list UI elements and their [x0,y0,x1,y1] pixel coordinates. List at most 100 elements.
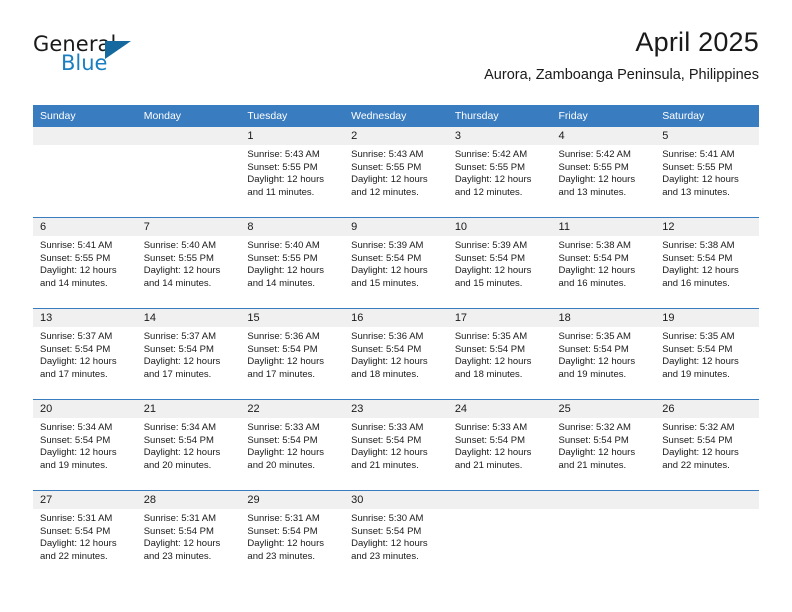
day-details: Sunrise: 5:42 AM Sunset: 5:55 PM Daylight:… [448,145,552,199]
calendar-day-cell[interactable]: 4 Sunrise: 5:42 AM Sunset: 5:55 PM Daylight… [551,127,656,218]
calendar-day-cell[interactable]: 5 Sunrise: 5:41 AM Sunset: 5:55 PM Daylight… [655,127,759,218]
calendar-day-cell[interactable]: 10 Sunrise: 5:39 AM Sunset: 5:54 PM Dayligh… [447,217,552,309]
day-detail-sunset: Sunset: 5:54 PM [40,525,111,537]
calendar-day-cell[interactable]: 2 Sunrise: 5:43 AM Sunset: 5:55 PM Daylight… [344,127,448,218]
weekday-header-sunday: Sunday [33,105,137,127]
day-number: 24 [447,400,552,418]
calendar-day-cell[interactable]: 14 Sunrise: 5:37 AM Sunset: 5:54 PM Dayligh… [136,308,241,400]
day-number: 12 [655,218,759,236]
day-detail-sunrise: Sunrise: 5:35 AM [454,331,528,342]
day-detail-sunset: Sunset: 5:54 PM [558,343,629,355]
day-detail-sunrise: Sunrise: 5:39 AM [351,240,424,251]
day-detail-daylight-2: and 13 minutes. [662,186,730,198]
day-detail-sunrise: Sunrise: 5:31 AM [40,513,113,524]
day-detail-daylight-2: and 19 minutes. [40,459,108,471]
calendar-day-cell[interactable]: 19 Sunrise: 5:35 AM Sunset: 5:54 PM Dayligh… [655,308,759,400]
day-number: 8 [240,218,345,236]
day-detail-sunset: Sunset: 5:55 PM [247,161,318,173]
calendar-day-cell[interactable]: 12 Sunrise: 5:38 AM Sunset: 5:54 PM Dayligh… [655,217,759,309]
day-details: Sunrise: 5:32 AM Sunset: 5:54 PM Daylight:… [655,418,759,472]
calendar-week-row: 27 Sunrise: 5:31 AM Sunset: 5:54 PM Dayligh… [33,490,759,581]
calendar-day-cell[interactable]: 25 Sunrise: 5:32 AM Sunset: 5:54 PM Dayligh… [551,399,656,491]
day-detail-daylight-1: Daylight: 12 hours [558,265,636,277]
calendar-day-cell-empty [447,490,552,581]
calendar-day-cell[interactable]: 11 Sunrise: 5:38 AM Sunset: 5:54 PM Dayligh… [551,217,656,309]
calendar-day-cell-empty [33,127,137,218]
calendar-day-cell[interactable]: 28 Sunrise: 5:31 AM Sunset: 5:54 PM Dayligh… [136,490,241,581]
day-detail-sunset: Sunset: 5:54 PM [40,343,111,355]
calendar-day-cell[interactable]: 24 Sunrise: 5:33 AM Sunset: 5:54 PM Dayligh… [447,399,552,491]
day-detail-daylight-2: and 14 minutes. [143,277,212,289]
logo-triangle-icon [105,41,131,59]
calendar-day-cell[interactable]: 6 Sunrise: 5:41 AM Sunset: 5:55 PM Daylight… [33,217,137,309]
day-detail-daylight-1: Daylight: 12 hours [247,174,324,186]
calendar-day-cell[interactable]: 8 Sunrise: 5:40 AM Sunset: 5:55 PM Daylight… [240,217,345,309]
weekday-header-monday: Monday [136,105,241,127]
day-detail-daylight-2: and 11 minutes. [247,186,315,198]
day-number: 9 [344,218,448,236]
day-detail-sunset: Sunset: 5:54 PM [247,343,318,355]
calendar-day-cell-empty [655,490,759,581]
calendar-day-cell[interactable]: 7 Sunrise: 5:40 AM Sunset: 5:55 PM Daylight… [136,217,241,309]
calendar-day-cell[interactable]: 21 Sunrise: 5:34 AM Sunset: 5:54 PM Dayligh… [136,399,241,491]
day-detail-daylight-2: and 17 minutes. [143,368,212,380]
day-detail-daylight-1: Daylight: 12 hours [247,265,324,277]
day-detail-daylight-1: Daylight: 12 hours [662,265,739,277]
day-detail-daylight-2: and 19 minutes. [662,368,730,380]
day-detail-daylight-2: and 21 minutes. [558,459,627,471]
calendar-day-cell[interactable]: 29 Sunrise: 5:31 AM Sunset: 5:54 PM Dayligh… [240,490,345,581]
day-detail-daylight-2: and 17 minutes. [247,368,316,380]
day-detail-sunrise: Sunrise: 5:36 AM [247,331,320,342]
day-detail-daylight-1: Daylight: 12 hours [351,265,428,277]
day-number: 29 [240,491,345,509]
day-details: Sunrise: 5:33 AM Sunset: 5:54 PM Daylight:… [344,418,448,472]
calendar-page: General Blue April 2025 Aurora, Zamboang… [0,0,792,612]
day-detail-daylight-1: Daylight: 12 hours [454,447,532,459]
logo-text-blue: Blue [61,51,108,75]
day-detail-sunset: Sunset: 5:54 PM [454,434,526,446]
day-detail-daylight-1: Daylight: 12 hours [558,447,636,459]
calendar-day-cell[interactable]: 30 Sunrise: 5:30 AM Sunset: 5:54 PM Dayligh… [344,490,448,581]
day-detail-daylight-1: Daylight: 12 hours [351,447,428,459]
calendar-day-cell[interactable]: 20 Sunrise: 5:34 AM Sunset: 5:54 PM Dayligh… [33,399,137,491]
day-detail-daylight-2: and 20 minutes. [143,459,212,471]
day-detail-sunrise: Sunrise: 5:31 AM [247,513,320,524]
day-details: Sunrise: 5:41 AM Sunset: 5:55 PM Daylight:… [655,145,759,199]
calendar-day-cell[interactable]: 15 Sunrise: 5:36 AM Sunset: 5:54 PM Dayligh… [240,308,345,400]
calendar-day-cell[interactable]: 1 Sunrise: 5:43 AM Sunset: 5:55 PM Daylight… [240,127,345,218]
day-detail-sunrise: Sunrise: 5:39 AM [454,240,528,251]
day-detail-sunrise: Sunrise: 5:41 AM [40,240,113,251]
day-detail-daylight-2: and 14 minutes. [247,277,316,289]
day-detail-daylight-2: and 20 minutes. [247,459,316,471]
day-details [33,145,137,149]
day-number: 28 [136,491,241,509]
day-detail-daylight-2: and 23 minutes. [351,550,419,562]
day-details: Sunrise: 5:39 AM Sunset: 5:54 PM Daylight:… [344,236,448,290]
calendar-day-cell[interactable]: 9 Sunrise: 5:39 AM Sunset: 5:54 PM Daylight… [344,217,448,309]
day-detail-daylight-1: Daylight: 12 hours [143,356,221,368]
day-detail-daylight-2: and 14 minutes. [40,277,108,289]
day-details: Sunrise: 5:31 AM Sunset: 5:54 PM Daylight:… [33,509,137,563]
calendar-day-cell[interactable]: 16 Sunrise: 5:36 AM Sunset: 5:54 PM Dayligh… [344,308,448,400]
calendar-week-row: 13 Sunrise: 5:37 AM Sunset: 5:54 PM Dayligh… [33,308,759,400]
day-detail-sunrise: Sunrise: 5:37 AM [143,331,217,342]
day-details: Sunrise: 5:38 AM Sunset: 5:54 PM Daylight:… [655,236,759,290]
day-detail-daylight-1: Daylight: 12 hours [40,447,117,459]
calendar-day-cell[interactable]: 17 Sunrise: 5:35 AM Sunset: 5:54 PM Dayligh… [447,308,552,400]
calendar-day-cell[interactable]: 13 Sunrise: 5:37 AM Sunset: 5:54 PM Dayligh… [33,308,137,400]
day-detail-daylight-2: and 21 minutes. [351,459,419,471]
day-detail-sunset: Sunset: 5:54 PM [662,434,733,446]
calendar-week-row: 1 Sunrise: 5:43 AM Sunset: 5:55 PM Daylight… [33,127,759,218]
day-details [448,509,552,513]
general-blue-logo[interactable]: General Blue [33,32,233,88]
calendar-day-cell[interactable]: 23 Sunrise: 5:33 AM Sunset: 5:54 PM Dayligh… [344,399,448,491]
calendar-day-cell[interactable]: 27 Sunrise: 5:31 AM Sunset: 5:54 PM Dayligh… [33,490,137,581]
calendar-day-cell[interactable]: 22 Sunrise: 5:33 AM Sunset: 5:54 PM Dayligh… [240,399,345,491]
day-details: Sunrise: 5:37 AM Sunset: 5:54 PM Daylight:… [137,327,241,381]
day-detail-daylight-2: and 23 minutes. [143,550,212,562]
calendar-day-cell[interactable]: 3 Sunrise: 5:42 AM Sunset: 5:55 PM Daylight… [447,127,552,218]
calendar-day-cell[interactable]: 26 Sunrise: 5:32 AM Sunset: 5:54 PM Dayligh… [655,399,759,491]
day-detail-daylight-1: Daylight: 12 hours [662,356,739,368]
calendar-day-cell[interactable]: 18 Sunrise: 5:35 AM Sunset: 5:54 PM Dayligh… [551,308,656,400]
day-detail-daylight-2: and 12 minutes. [351,186,419,198]
